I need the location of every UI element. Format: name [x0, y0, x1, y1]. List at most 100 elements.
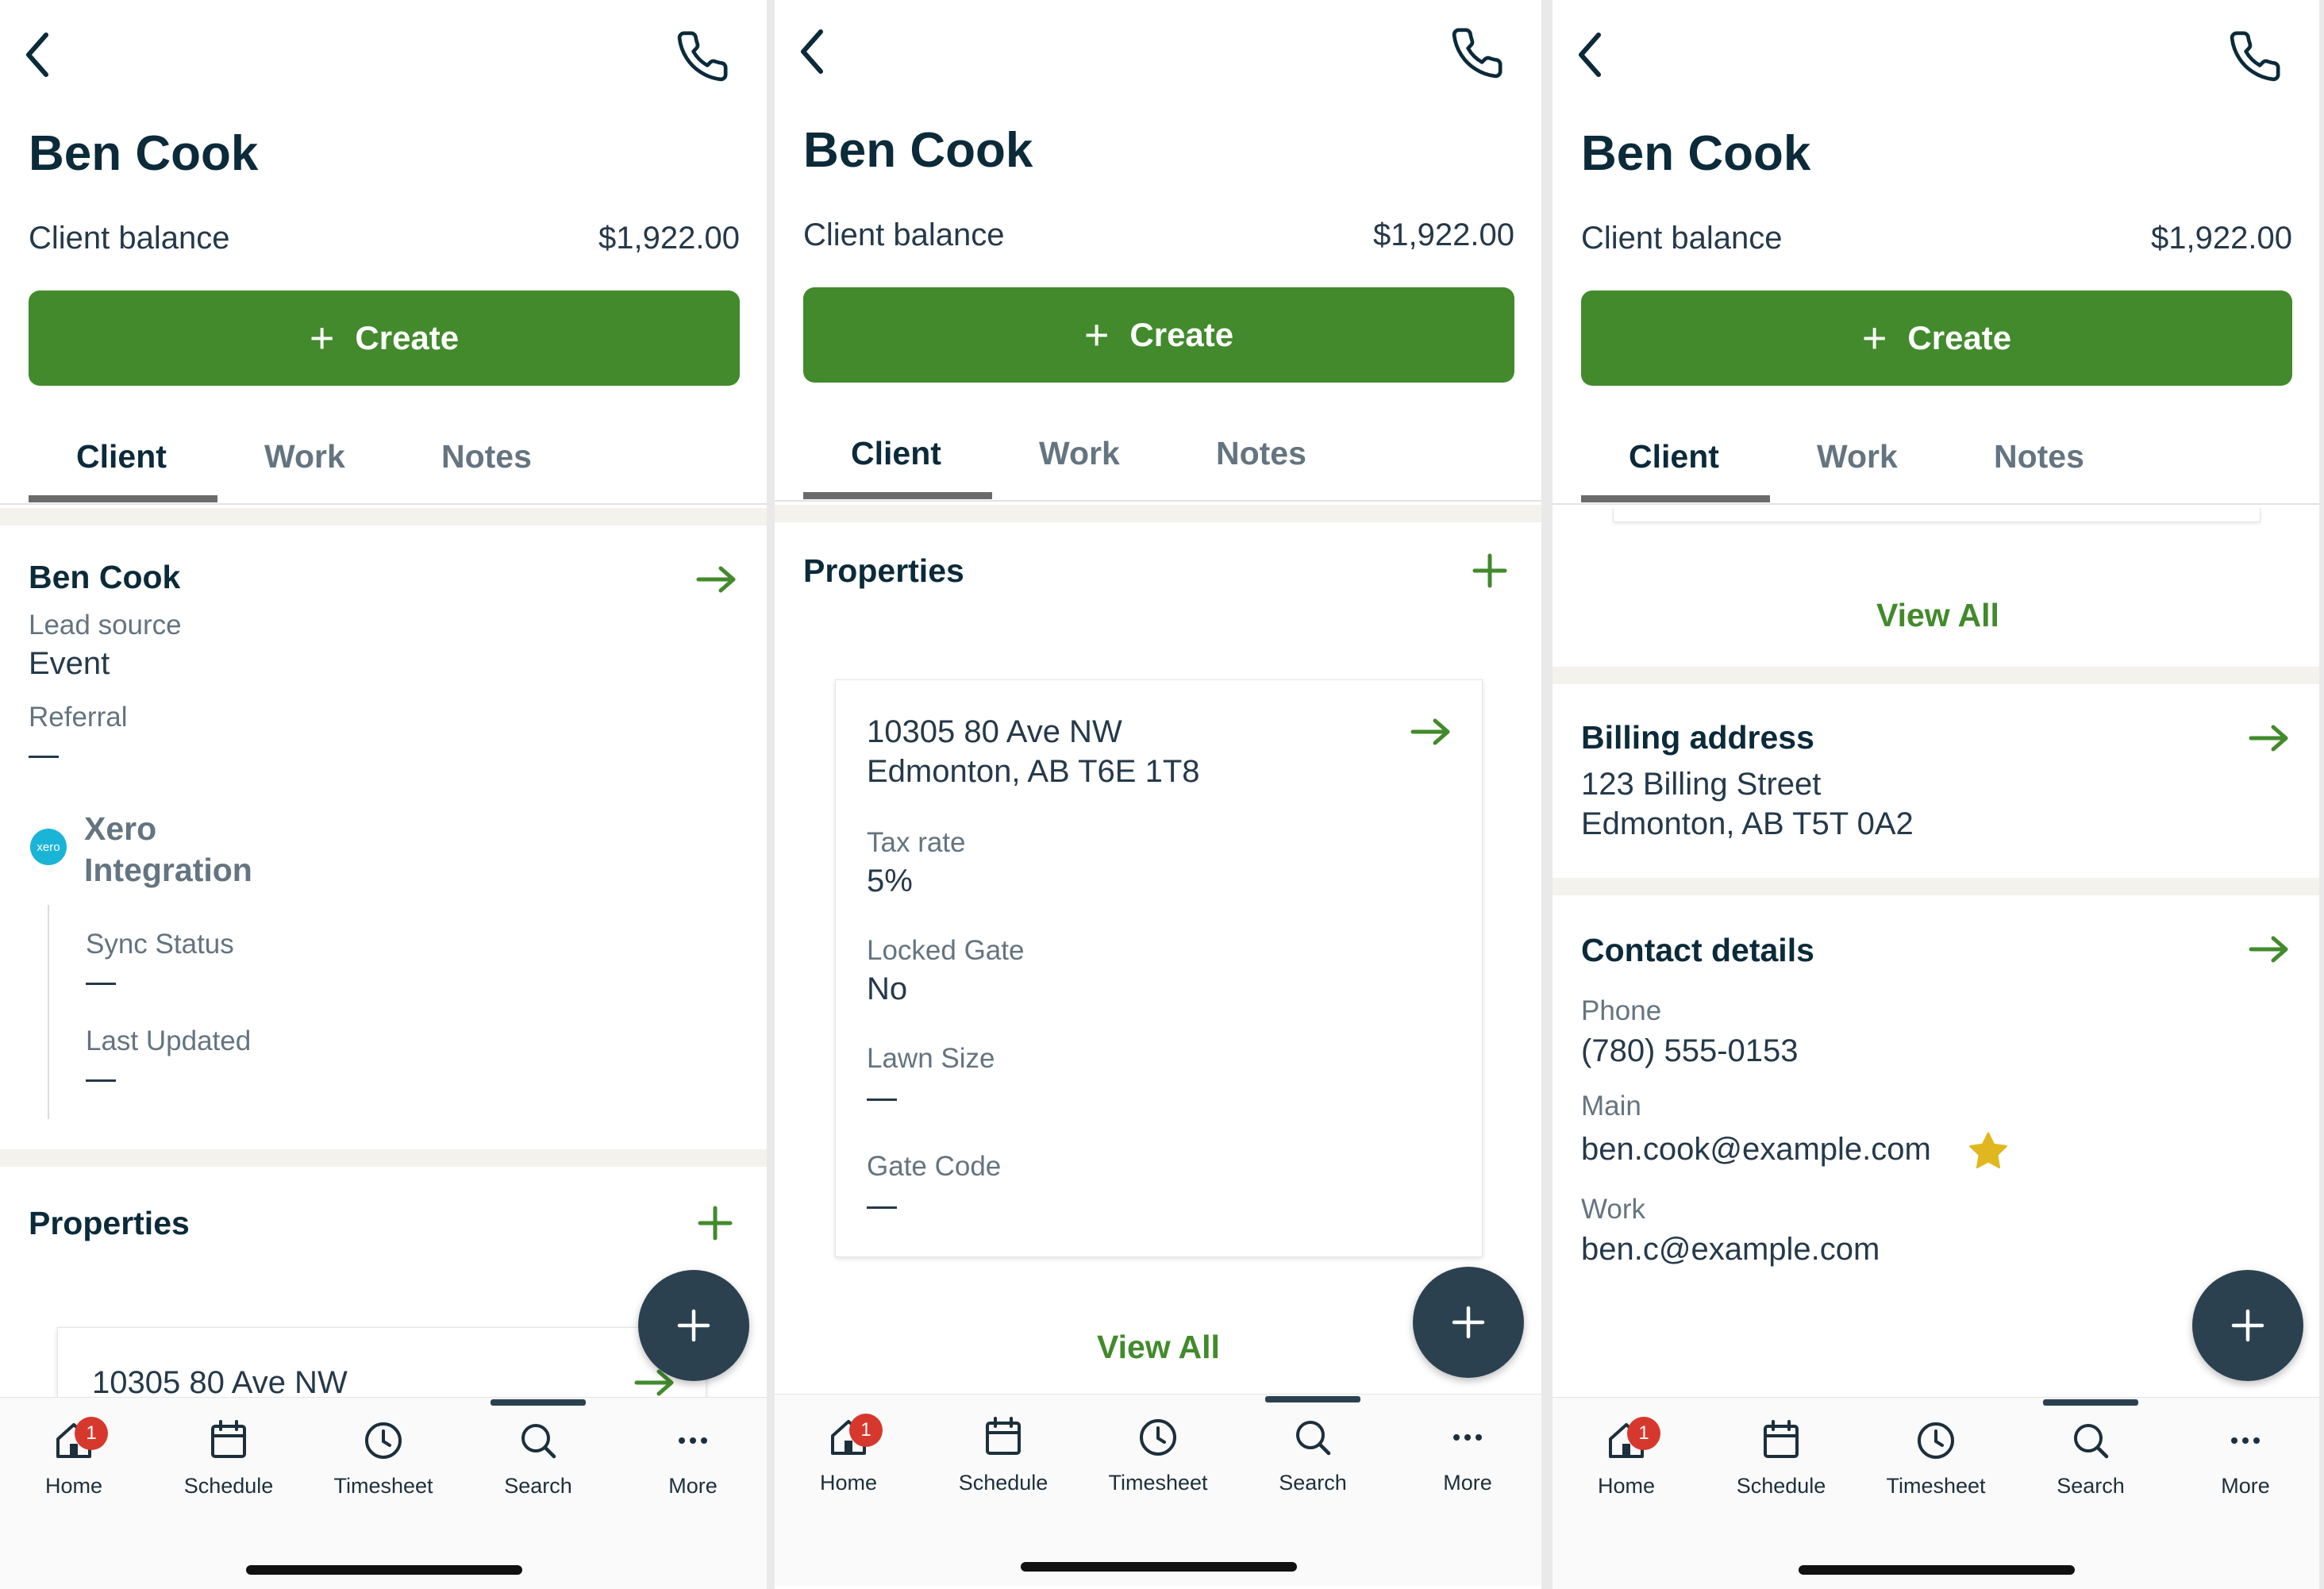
phone-icon — [677, 31, 728, 82]
arrow-right-icon[interactable] — [1410, 716, 1452, 748]
xero-detail-line — [48, 905, 49, 1119]
tab-work[interactable]: Work — [1817, 438, 1898, 475]
client-balance-label: Client balance — [1581, 221, 1783, 256]
client-balance-label: Client balance — [29, 221, 230, 256]
nav-schedule[interactable]: Schedule — [928, 1414, 1079, 1509]
screen-client-overview: Ben Cook Client balance $1,922.00 + Crea… — [0, 0, 767, 1589]
section-divider — [0, 508, 767, 525]
work-email-label: Work — [1581, 1194, 1646, 1225]
create-button[interactable]: + Create — [29, 290, 740, 386]
call-button[interactable] — [1449, 25, 1513, 81]
call-button[interactable] — [675, 29, 738, 84]
nav-home[interactable]: Home 1 — [0, 1417, 149, 1512]
view-all-properties-link[interactable]: View All — [1097, 1329, 1220, 1366]
lawn-size-empty-value — [867, 1098, 897, 1101]
clock-icon — [365, 1422, 402, 1459]
client-section-title: Ben Cook — [29, 559, 181, 595]
bottom-navigation: Home 1 Schedule Timesheet Search More — [775, 1394, 1541, 1586]
floating-add-button[interactable] — [638, 1270, 749, 1381]
nav-more[interactable]: More — [618, 1417, 767, 1512]
more-dots-icon — [2231, 1437, 2260, 1444]
add-property-plus-icon[interactable] — [697, 1205, 733, 1241]
tab-client[interactable]: Client — [851, 435, 941, 472]
back-button[interactable] — [1570, 27, 1618, 83]
plus-icon — [677, 1309, 710, 1342]
tab-notes[interactable]: Notes — [1994, 438, 2084, 475]
nav-home[interactable]: Home 1 — [1553, 1417, 1702, 1512]
floating-add-button[interactable] — [2192, 1270, 2303, 1381]
nav-schedule[interactable]: Schedule — [1706, 1417, 1857, 1512]
nav-timesheet[interactable]: Timesheet — [1860, 1417, 2011, 1512]
lead-source-label: Lead source — [29, 610, 182, 641]
tab-divider — [0, 503, 767, 505]
client-balance-value: $1,922.00 — [1373, 217, 1514, 252]
tab-work[interactable]: Work — [1039, 435, 1120, 472]
tax-rate-label: Tax rate — [867, 827, 966, 858]
billing-address-line2: Edmonton, AB T5T 0A2 — [1581, 806, 1914, 841]
referral-label: Referral — [29, 702, 128, 733]
tab-client[interactable]: Client — [1629, 438, 1719, 475]
phone-label: Phone — [1581, 995, 1662, 1026]
home-indicator — [1799, 1565, 2075, 1575]
nav-timesheet[interactable]: Timesheet — [308, 1417, 459, 1512]
nav-schedule[interactable]: Schedule — [153, 1417, 304, 1512]
screen-properties: Ben Cook Client balance $1,922.00 + Crea… — [775, 0, 1541, 1589]
tab-bar: Client Work Notes — [0, 410, 767, 505]
nav-more[interactable]: More — [1392, 1414, 1541, 1509]
create-button-label: Create — [1907, 319, 2012, 356]
create-button-label: Create — [355, 319, 460, 356]
floating-add-button[interactable] — [1413, 1267, 1524, 1378]
notification-badge: 1 — [1627, 1417, 1660, 1450]
nav-home[interactable]: Home 1 — [775, 1414, 924, 1509]
screen-content: Ben Cook Client balance $1,922.00 + Crea… — [775, 0, 1541, 1586]
screen-content: Ben Cook Client balance $1,922.00 + Crea… — [1553, 0, 2319, 1589]
add-property-plus-icon[interactable] — [1472, 552, 1508, 589]
work-email-value[interactable]: ben.c@example.com — [1581, 1232, 1880, 1268]
tab-work[interactable]: Work — [264, 438, 345, 475]
property-address-line1: 10305 80 Ave NW — [867, 714, 1122, 749]
create-button[interactable]: + Create — [1581, 290, 2292, 386]
page-title: Ben Cook — [29, 126, 259, 181]
tab-divider — [775, 500, 1541, 502]
tab-notes[interactable]: Notes — [1216, 435, 1306, 472]
plus-icon: + — [1861, 314, 1887, 362]
nav-timesheet[interactable]: Timesheet — [1083, 1414, 1233, 1509]
section-divider — [775, 505, 1541, 522]
call-button[interactable] — [2227, 29, 2291, 84]
last-updated-label: Last Updated — [86, 1025, 252, 1056]
main-email-value[interactable]: ben.cook@example.com — [1581, 1132, 1931, 1168]
sync-status-label: Sync Status — [86, 929, 234, 960]
calendar-icon — [986, 1417, 1021, 1455]
gate-code-empty-value — [867, 1206, 897, 1209]
tab-notes[interactable]: Notes — [441, 438, 532, 475]
arrow-right-icon[interactable] — [2248, 933, 2291, 965]
nav-search[interactable]: Search — [2015, 1417, 2166, 1512]
arrow-right-icon[interactable] — [695, 564, 738, 595]
arrow-right-icon[interactable] — [2248, 722, 2291, 754]
calendar-icon — [1764, 1420, 1799, 1458]
nav-search[interactable]: Search — [1237, 1414, 1388, 1509]
property-address-line2: Edmonton, AB T6E 1T8 — [867, 754, 1200, 789]
property-address-line1: 10305 80 Ave NW — [92, 1365, 348, 1400]
nav-more[interactable]: More — [2170, 1417, 2319, 1512]
xero-integration-title: Xero Integration — [84, 810, 252, 888]
nav-search[interactable]: Search — [463, 1417, 614, 1512]
view-all-properties-link[interactable]: View All — [1876, 597, 1999, 634]
tab-client[interactable]: Client — [76, 438, 167, 475]
active-nav-indicator — [1265, 1396, 1360, 1402]
star-icon — [1969, 1132, 2007, 1169]
back-button[interactable] — [792, 24, 840, 79]
xero-logo-icon: xero — [30, 829, 67, 865]
tax-rate-value: 5% — [867, 864, 913, 898]
phone-value[interactable]: (780) 555-0153 — [1581, 1033, 1799, 1069]
create-button[interactable]: + Create — [803, 287, 1514, 383]
calendar-icon — [211, 1420, 246, 1458]
active-tab-indicator — [29, 495, 217, 502]
section-divider — [1553, 878, 2319, 895]
back-button[interactable] — [17, 27, 65, 83]
clock-icon — [1918, 1422, 1954, 1459]
phone-icon — [2230, 31, 2280, 82]
bottom-navigation: Home 1 Schedule Timesheet Search More — [0, 1397, 767, 1589]
tab-bar: Client Work Notes — [1553, 410, 2319, 505]
active-tab-indicator — [1581, 495, 1770, 502]
